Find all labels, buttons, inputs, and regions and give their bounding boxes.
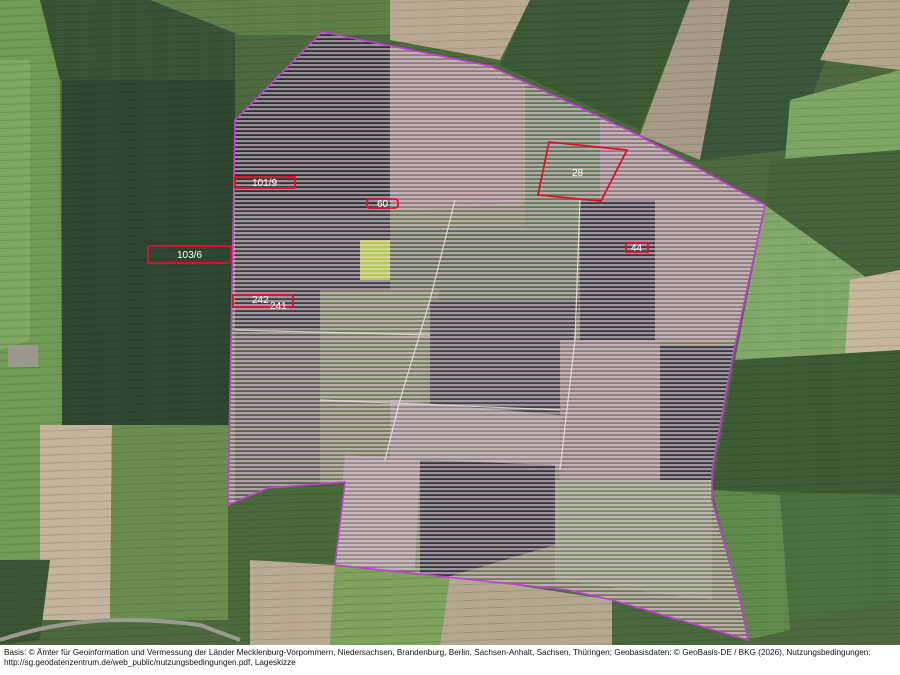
parcel-label-241: 241: [270, 301, 287, 312]
parcel-label-44: 44: [631, 243, 643, 254]
parcel-label-28: 28: [572, 168, 584, 179]
parcel-label-60: 60: [377, 199, 389, 210]
parcel-label-103-6: 103/6: [177, 250, 202, 261]
parcel-label-242: 242: [252, 295, 269, 306]
parcel-label-101-9: 101/9: [252, 178, 277, 189]
map-attribution: Basis: © Ämter für Geoinformation und Ve…: [4, 648, 871, 667]
map-view[interactable]: 101/9 60 28 103/6 44 242 241: [0, 0, 900, 645]
